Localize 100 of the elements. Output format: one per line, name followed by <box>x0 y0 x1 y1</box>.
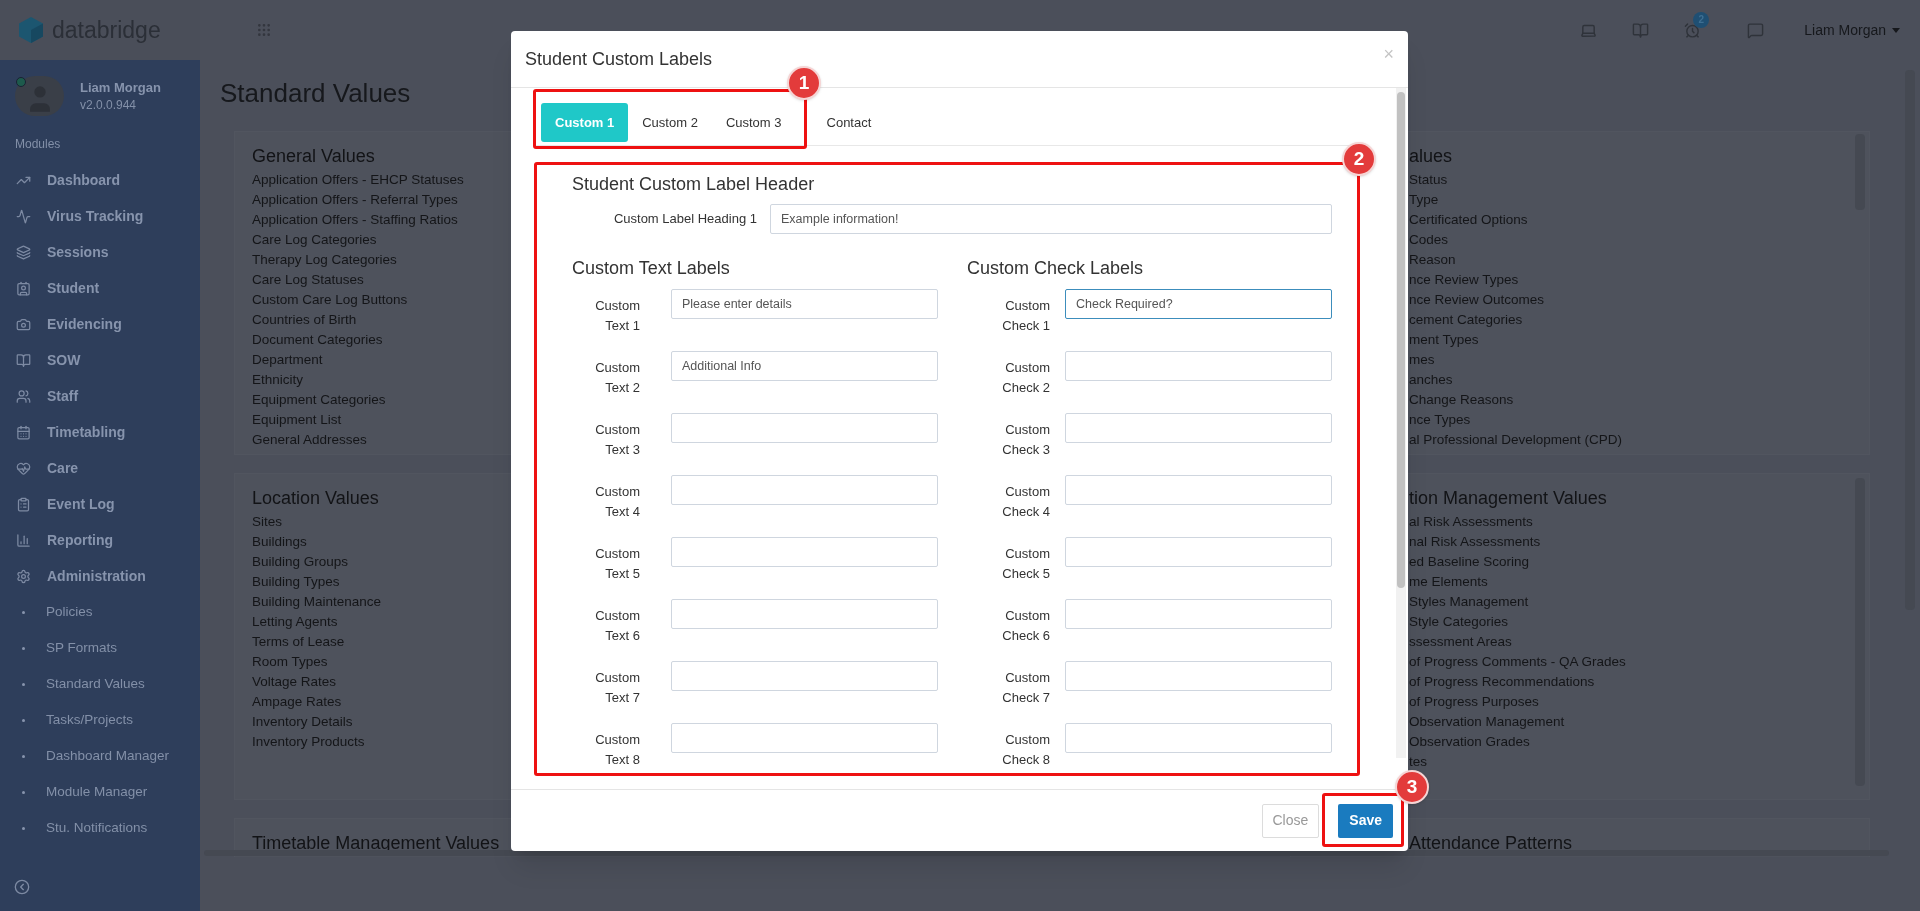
submenu-item[interactable]: Dashboard Manager <box>0 738 200 774</box>
value-link[interactable]: nal Risk Assessments <box>1409 532 1541 552</box>
scrollbar[interactable] <box>1397 92 1405 588</box>
value-link[interactable]: Care Log Categories <box>252 230 377 250</box>
value-link[interactable]: cement Categories <box>1409 310 1523 330</box>
value-link[interactable]: anches <box>1409 370 1453 390</box>
sidebar-item[interactable]: Staff <box>0 378 200 414</box>
input-field[interactable]: Additional Info <box>671 351 938 381</box>
value-link[interactable]: tes <box>1409 752 1427 772</box>
value-link[interactable]: Equipment List <box>252 410 342 430</box>
value-link[interactable]: Style Categories <box>1409 612 1509 632</box>
input-field[interactable]: Check Required? <box>1065 289 1332 319</box>
sidebar-item[interactable]: Dashboard <box>0 162 200 198</box>
input-field[interactable] <box>1065 599 1332 629</box>
chat-icon[interactable] <box>1747 21 1765 39</box>
close-button[interactable]: Close <box>1261 803 1320 838</box>
scrollbar[interactable] <box>204 850 1889 856</box>
input-field[interactable] <box>1065 537 1332 567</box>
value-link[interactable]: Observation Management <box>1409 712 1565 732</box>
sidebar-item[interactable]: Administration <box>0 558 200 594</box>
value-link[interactable]: me Elements <box>1409 572 1488 592</box>
value-link[interactable]: ed Baseline Scoring <box>1409 552 1530 572</box>
value-link[interactable]: al Risk Assessments <box>1409 512 1533 532</box>
input-field[interactable]: Example information! <box>770 204 1332 234</box>
value-link[interactable]: nce Review Types <box>1409 270 1519 290</box>
input-field[interactable] <box>1065 351 1332 381</box>
collapse-icon[interactable] <box>14 879 30 895</box>
sidebar-item[interactable]: Student <box>0 270 200 306</box>
input-field[interactable] <box>1065 661 1332 691</box>
value-link[interactable]: Custom Care Log Buttons <box>252 290 408 310</box>
value-link[interactable]: Application Offers - EHCP Statuses <box>252 170 464 190</box>
input-field[interactable]: Please enter details <box>671 289 938 319</box>
value-link[interactable]: of Progress Recommendations <box>1409 672 1595 692</box>
user-menu[interactable]: Liam Morgan <box>1804 19 1900 41</box>
alarm-clock-icon[interactable] <box>1684 21 1702 39</box>
sidebar-item[interactable]: Sessions <box>0 234 200 270</box>
input-field[interactable] <box>671 661 938 691</box>
tab[interactable]: Custom 1 <box>541 103 629 142</box>
value-link[interactable]: Certificated Options <box>1409 210 1528 230</box>
value-link[interactable]: Ethnicity <box>252 370 304 390</box>
value-link[interactable]: Building Types <box>252 572 340 592</box>
value-link[interactable]: Voltage Rates <box>252 672 337 692</box>
value-link[interactable]: Care Log Statuses <box>252 270 364 290</box>
value-link[interactable]: mes <box>1409 350 1435 370</box>
value-link[interactable]: Buildings <box>252 532 307 552</box>
value-link[interactable]: Countries of Birth <box>252 310 357 330</box>
submenu-item[interactable]: SP Formats <box>0 630 200 666</box>
sidebar-item[interactable]: SOW <box>0 342 200 378</box>
value-link[interactable]: Terms of Lease <box>252 632 345 652</box>
close-button[interactable]: × <box>1383 41 1394 68</box>
input-field[interactable] <box>1065 723 1332 753</box>
value-link[interactable]: Therapy Log Categories <box>252 250 397 270</box>
input-field[interactable] <box>671 599 938 629</box>
submenu-item[interactable]: Standard Values <box>0 666 200 702</box>
value-link[interactable]: Status <box>1409 170 1448 190</box>
input-field[interactable] <box>671 723 938 753</box>
value-link[interactable]: Reason <box>1409 250 1456 270</box>
value-link[interactable]: General Addresses <box>252 430 367 450</box>
value-link[interactable]: ment Types <box>1409 330 1479 350</box>
value-link[interactable]: nce Review Outcomes <box>1409 290 1545 310</box>
value-link[interactable]: Inventory Products <box>252 732 365 752</box>
save-button[interactable]: Save <box>1338 803 1393 838</box>
input-field[interactable] <box>671 475 938 505</box>
value-link[interactable]: Type <box>1409 190 1439 210</box>
value-link[interactable]: Sites <box>252 512 282 532</box>
tab[interactable]: Custom 2 <box>628 103 712 142</box>
value-link[interactable]: Application Offers - Staffing Ratios <box>252 210 458 230</box>
submenu-item[interactable]: Tasks/Projects <box>0 702 200 738</box>
sidebar-item[interactable]: Virus Tracking <box>0 198 200 234</box>
sidebar-item[interactable]: Reporting <box>0 522 200 558</box>
value-link[interactable]: Document Categories <box>252 330 383 350</box>
input-field[interactable] <box>1065 475 1332 505</box>
value-link[interactable]: Inventory Details <box>252 712 353 732</box>
value-link[interactable]: Observation Grades <box>1409 732 1530 752</box>
sidebar-item[interactable]: Care <box>0 450 200 486</box>
value-link[interactable]: Department <box>252 350 323 370</box>
value-link[interactable]: Equipment Categories <box>252 390 386 410</box>
submenu-item[interactable]: Module Manager <box>0 774 200 810</box>
input-field[interactable] <box>671 413 938 443</box>
value-link[interactable]: Styles Management <box>1409 592 1529 612</box>
value-link[interactable]: Ampage Rates <box>252 692 342 712</box>
value-link[interactable]: of Progress Comments - QA Grades <box>1409 652 1626 672</box>
value-link[interactable]: Change Reasons <box>1409 390 1514 410</box>
input-field[interactable] <box>1065 413 1332 443</box>
submenu-item[interactable]: Policies <box>0 594 200 630</box>
input-field[interactable] <box>671 537 938 567</box>
value-link[interactable]: Building Maintenance <box>252 592 382 612</box>
value-link[interactable]: Room Types <box>252 652 328 672</box>
tab[interactable]: Custom 3 <box>711 103 796 142</box>
value-link[interactable]: Application Offers - Referral Types <box>252 190 458 210</box>
submenu-item[interactable]: Stu. Notifications <box>0 810 200 846</box>
value-link[interactable]: Codes <box>1409 230 1449 250</box>
value-link[interactable]: ssessment Areas <box>1409 632 1512 652</box>
value-link[interactable]: Letting Agents <box>252 612 338 632</box>
value-link[interactable]: al Professional Development (CPD) <box>1409 430 1623 450</box>
value-link[interactable]: of Progress Purposes <box>1409 692 1539 712</box>
value-link[interactable]: Building Groups <box>252 552 349 572</box>
sidebar-item[interactable]: Evidencing <box>0 306 200 342</box>
tab[interactable]: Contact <box>812 103 886 142</box>
value-link[interactable]: nce Types <box>1409 410 1471 430</box>
